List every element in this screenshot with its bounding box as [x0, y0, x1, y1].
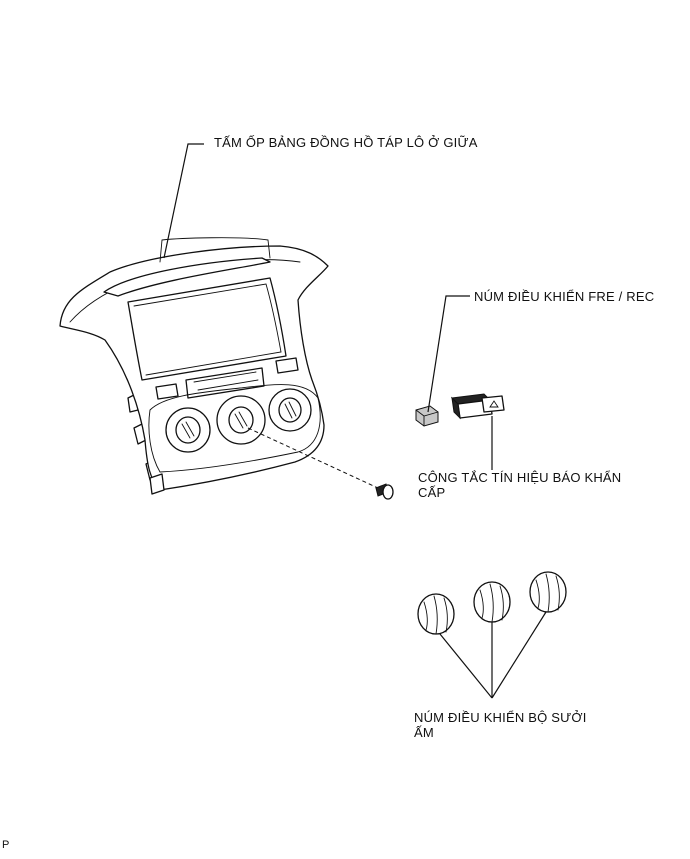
- heater-knob-right: [529, 571, 567, 613]
- hazard-switch-button: [481, 395, 505, 413]
- center-panel-leader: [163, 143, 204, 259]
- label-heater-knobs: NÚM ĐIỀU KHIỂN BỘ SƯỞI ẤM: [414, 710, 587, 740]
- heater-knob-middle: [473, 581, 511, 623]
- left-knob: [175, 416, 201, 444]
- right-knob: [278, 397, 302, 423]
- heater-leader-left: [439, 633, 493, 699]
- heater-knob-left: [417, 593, 455, 635]
- label-fre-rec-knob: NÚM ĐIỀU KHIỂN FRE / REC: [474, 289, 655, 304]
- center-panel-drawing: [59, 237, 329, 495]
- fre-rec-leader: [427, 295, 470, 413]
- screw-head: [382, 484, 394, 500]
- hazard-switch-drawing: [450, 393, 505, 420]
- label-center-panel: TẤM ỐP BẢNG ĐỒNG HỒ TÁP LÔ Ở GIỮA: [214, 135, 478, 150]
- fre-rec-knob-body: [415, 405, 439, 427]
- heater-leader-right: [491, 611, 547, 699]
- panel-button-right: [275, 357, 299, 374]
- panel-button-left: [155, 383, 179, 400]
- panel-bottom-tab: [149, 473, 165, 495]
- label-hazard-switch: CÔNG TẮC TÍN HIỆU BÁO KHẨN CẤP: [418, 470, 622, 500]
- corner-mark: P: [2, 839, 10, 851]
- fre-rec-knob-drawing: [415, 405, 439, 427]
- screw-drawing: [375, 483, 394, 500]
